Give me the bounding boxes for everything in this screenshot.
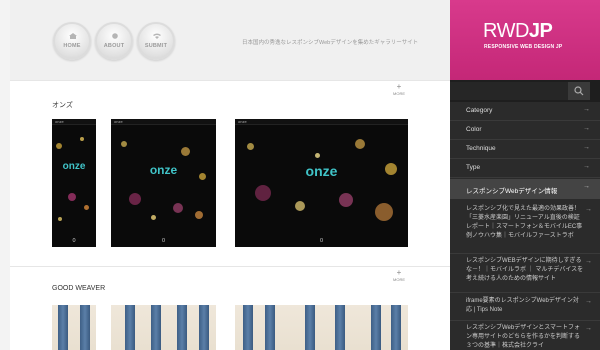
- sidebar-item-label: Technique: [466, 145, 496, 152]
- sidebar-item-label: Category: [466, 107, 493, 114]
- bokeh-layer: [111, 133, 216, 221]
- nav-about-button[interactable]: ABOUT: [95, 22, 133, 60]
- search-bar: [450, 80, 600, 102]
- bokeh-layer: [52, 133, 96, 221]
- shot-logo: onze: [305, 163, 338, 179]
- feed-link-text: レスポンシブ化で見えた最適の効果政善！「三菱水産楽園」リニューアル直後の検証レポ…: [466, 206, 583, 239]
- arrow-right-icon: →: [585, 206, 592, 213]
- divider: [450, 292, 600, 293]
- arrow-right-icon: →: [585, 325, 592, 332]
- arrow-right-icon: →: [583, 183, 590, 190]
- divider: [450, 253, 600, 254]
- site-header: HOME ABOUT SUBMIT 日本国内の秀逸なレスポンシブWebデザインを…: [10, 0, 450, 80]
- screenshot-tablet[interactable]: [111, 305, 216, 350]
- nav-home-button[interactable]: HOME: [53, 22, 91, 60]
- face-icon: [112, 33, 118, 39]
- more-label: MORE: [393, 277, 405, 282]
- arrow-right-icon: →: [585, 298, 592, 305]
- screenshot-mobile[interactable]: onze onze 0: [52, 119, 96, 247]
- sidebar-item-type[interactable]: Type →: [450, 159, 600, 178]
- shot-number: 0: [72, 238, 76, 244]
- feed-heading[interactable]: レスポンシブWebデザイン情報 →: [450, 179, 600, 199]
- divider: [450, 320, 600, 321]
- sidebar-item-color[interactable]: Color →: [450, 121, 600, 140]
- feed-link-text: レスポンシブWEBデザインに期待しすぎるな－！｜モバイルラボ ｜ マルチデバイス…: [466, 258, 584, 282]
- house-icon: [69, 33, 77, 39]
- sidebar-item-label: Color: [466, 126, 482, 133]
- screenshot-mobile[interactable]: [52, 305, 96, 350]
- logo-bold: JP: [528, 20, 553, 42]
- arrow-right-icon: →: [583, 125, 590, 132]
- entry-title[interactable]: GOOD WEAVER: [52, 285, 105, 292]
- feed-link-text: レスポンシブWebデザインとスマートフォン専用サイトのどちらを作るかを判断する３…: [466, 325, 581, 349]
- logo-subtitle: RESPONSIVE WEB DESIGN JP: [484, 44, 563, 50]
- nav-submit-button[interactable]: SUBMIT: [137, 22, 175, 60]
- sidebar-item-category[interactable]: Category →: [450, 102, 600, 121]
- site-logo[interactable]: RWDJP RESPONSIVE WEB DESIGN JP: [450, 0, 600, 80]
- more-button[interactable]: + MORE: [392, 268, 406, 283]
- nav-submit-label: SUBMIT: [144, 43, 168, 49]
- feed-link[interactable]: レスポンシブWebデザインとスマートフォン専用サイトのどちらを作るかを判断する３…: [466, 324, 592, 350]
- screenshot-desktop[interactable]: onze onze 0: [235, 119, 408, 247]
- more-label: MORE: [393, 91, 405, 96]
- screenshot-tablet[interactable]: onze onze 0: [111, 119, 216, 247]
- arrow-right-icon: →: [585, 258, 592, 265]
- main-content: HOME ABOUT SUBMIT 日本国内の秀逸なレスポンシブWebデザインを…: [0, 0, 450, 350]
- shot-logo: onze: [62, 161, 86, 172]
- more-button[interactable]: + MORE: [392, 82, 406, 97]
- nav-about-label: ABOUT: [103, 43, 125, 49]
- arrow-right-icon: →: [583, 163, 590, 170]
- sidebar-item-technique[interactable]: Technique →: [450, 140, 600, 159]
- arrow-right-icon: →: [583, 106, 590, 113]
- feed-link-text: iframe要素のレスポンシブWebデザイン対応 | Tips Note: [466, 298, 579, 313]
- search-button[interactable]: [568, 82, 590, 100]
- feed-link[interactable]: iframe要素のレスポンシブWebデザイン対応 | Tips Note →: [466, 297, 592, 315]
- feed-link[interactable]: レスポンシブ化で見えた最適の効果政善！「三菱水産楽園」リニューアル直後の検証レポ…: [466, 205, 592, 241]
- wifi-icon: [153, 33, 161, 39]
- search-input[interactable]: [450, 82, 568, 100]
- shot-number: 0: [161, 238, 166, 244]
- sidebar-item-label: Type: [466, 164, 481, 171]
- shot-logo: onze: [149, 163, 178, 177]
- nav-home-label: HOME: [63, 43, 81, 49]
- shot-brand: onze: [238, 119, 247, 124]
- site-tagline: 日本国内の秀逸なレスポンシブWebデザインを集めたギャラリーサイト: [242, 40, 419, 46]
- entry-title[interactable]: オンズ: [52, 100, 73, 110]
- logo-main: RWD: [483, 20, 529, 42]
- feed-link[interactable]: レスポンシブWEBデザインに期待しすぎるな－！｜モバイルラボ ｜ マルチデバイス…: [466, 257, 592, 284]
- gallery-entry-good-weaver: GOOD WEAVER + MORE: [10, 266, 450, 350]
- plus-icon: +: [396, 82, 402, 91]
- plus-icon: +: [396, 268, 402, 277]
- search-icon: [574, 86, 584, 96]
- shot-brand: onze: [114, 119, 123, 124]
- gallery-entry-onze: オンズ + MORE onze onze 0 onze onze 0 onze …: [10, 80, 450, 266]
- feed-heading-label: レスポンシブWebデザイン情報: [466, 188, 558, 195]
- arrow-right-icon: →: [583, 144, 590, 151]
- sidebar: RWDJP RESPONSIVE WEB DESIGN JP Category …: [450, 0, 600, 350]
- shot-number: 0: [319, 238, 324, 244]
- shot-brand: onze: [55, 119, 64, 124]
- screenshot-desktop[interactable]: [235, 305, 408, 350]
